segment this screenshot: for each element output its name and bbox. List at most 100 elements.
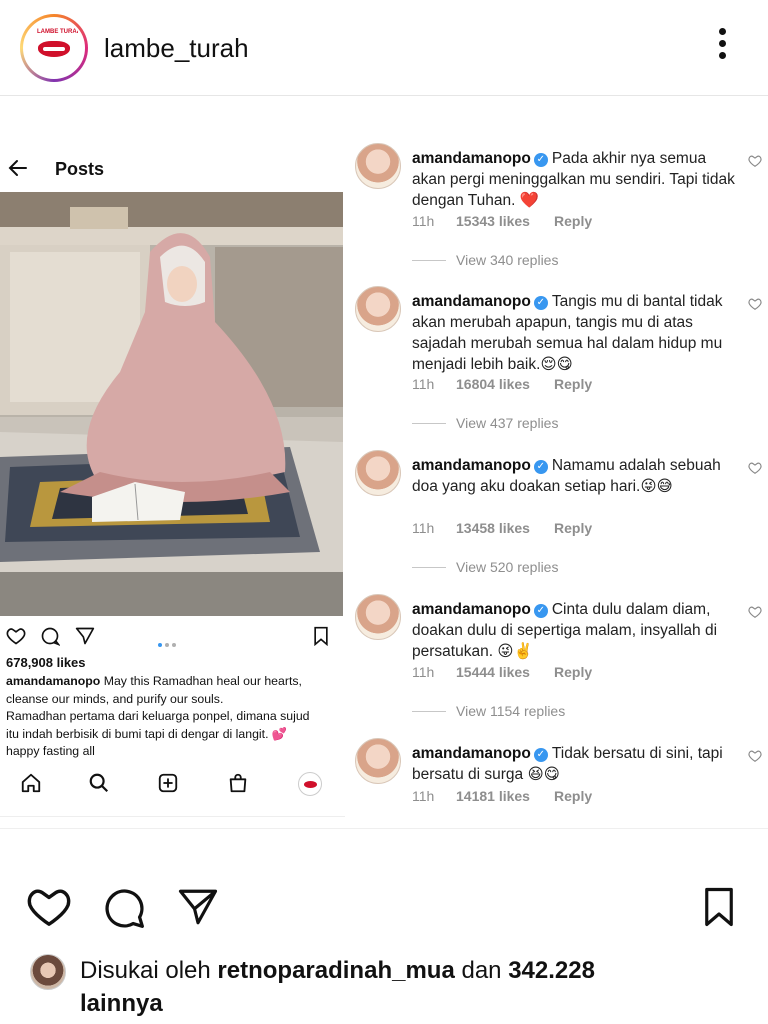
comment-text: amandamanopo ✓ Namamu adalah sebuah doa ya… [412, 455, 742, 497]
heart-icon[interactable] [748, 749, 762, 763]
post-header: LAMBE TURAH lambe_turah [0, 0, 768, 96]
heart-icon[interactable] [748, 461, 762, 475]
send-icon[interactable] [75, 626, 95, 646]
comment-username[interactable]: amandamanopo [412, 293, 531, 310]
comment-text: amandamanopo ✓ Tangis mu di bantal tidak a… [412, 291, 742, 375]
search-icon[interactable] [88, 772, 110, 794]
caption-username[interactable]: amandamanopo [6, 674, 100, 688]
reply-button[interactable]: Reply [554, 788, 592, 804]
more-vertical-icon[interactable] [712, 28, 732, 68]
posts-bar: Posts [0, 154, 345, 184]
liker-username[interactable]: retnoparadinah_mua [217, 957, 454, 984]
account-avatar[interactable]: LAMBE TURAH [20, 14, 88, 82]
comment-icon[interactable] [40, 626, 60, 646]
comment-username[interactable]: amandamanopo [412, 601, 531, 618]
commenter-avatar[interactable] [355, 738, 401, 784]
caption-line: May this Ramadhan heal our hearts, [100, 674, 302, 688]
home-icon[interactable] [20, 772, 42, 794]
nav-divider [0, 816, 345, 822]
heart-icon[interactable] [748, 605, 762, 619]
replies-line [412, 711, 446, 712]
commenter-avatar[interactable] [355, 594, 401, 640]
logo-text: LAMBE TURAH [37, 29, 81, 35]
heart-icon[interactable] [748, 154, 762, 168]
view-replies-button[interactable]: View 437 replies [412, 415, 558, 431]
view-replies-button[interactable]: View 520 replies [412, 559, 558, 575]
caption-line: Ramadhan pertama dari keluarga ponpel, d… [6, 709, 310, 723]
post-actions [0, 880, 768, 940]
carousel-dots [158, 634, 179, 652]
liked-by-text[interactable]: Disukai oleh retnoparadinah_mua dan 342.… [80, 954, 720, 1020]
comment-icon[interactable] [102, 886, 146, 930]
view-replies-label: View 437 replies [456, 415, 559, 431]
comment-meta: 11h 14181 likes Reply [412, 788, 592, 804]
verified-badge-icon: ✓ [533, 153, 548, 167]
heart-icon[interactable] [26, 886, 72, 928]
inner-post-actions [0, 624, 345, 650]
comment-text: amandamanopo ✓ Tidak bersatu di sini, tapi… [412, 743, 742, 785]
comment-text: amandamanopo ✓ Cinta dulu dalam diam, doak… [412, 599, 742, 662]
commenter-avatar[interactable] [355, 143, 401, 189]
comment-time: 11h [412, 376, 435, 392]
comment-time: 11h [412, 788, 435, 804]
caption-line: cleanse our minds, and purify our souls. [6, 691, 224, 706]
caption-line: happy fasting all [6, 744, 95, 758]
inner-caption: amandamanopo May this Ramadhan heal our … [6, 673, 336, 761]
comment-text: amandamanopo ✓ Pada akhir nya semua akan p… [412, 148, 742, 211]
reply-button[interactable]: Reply [554, 376, 592, 392]
liked-suffix: lainnya [80, 990, 163, 1017]
reply-button[interactable]: Reply [554, 520, 592, 536]
comment-username[interactable]: amandamanopo [412, 150, 531, 167]
replies-line [412, 260, 446, 261]
comment-username[interactable]: amandamanopo [412, 745, 531, 762]
comment-time: 11h [412, 520, 435, 536]
send-icon[interactable] [176, 886, 220, 928]
inner-post-screenshot: Posts 678,908 likes amandamanopo May thi… [0, 140, 345, 830]
profile-avatar[interactable] [298, 772, 322, 796]
heart-icon[interactable] [748, 297, 762, 311]
liker-avatar[interactable] [30, 954, 66, 990]
comment-time: 11h [412, 664, 435, 680]
comment-likes[interactable]: 16804 likes [456, 376, 554, 392]
lips-logo-icon [38, 41, 70, 57]
view-replies-label: View 520 replies [456, 559, 559, 575]
commenter-avatar[interactable] [355, 286, 401, 332]
prayer-photo-image [0, 192, 343, 616]
bookmark-icon[interactable] [312, 626, 330, 646]
posts-title: Posts [55, 159, 105, 179]
replies-line [412, 567, 446, 568]
avatar-logo: LAMBE TURAH [23, 17, 85, 79]
view-replies-button[interactable]: View 340 replies [412, 252, 558, 268]
heart-icon[interactable] [6, 626, 26, 646]
verified-badge-icon: ✓ [533, 296, 548, 310]
comment-likes[interactable]: 15444 likes [456, 664, 554, 680]
comment-meta: 11h 15444 likes Reply [412, 664, 592, 680]
verified-badge-icon: ✓ [533, 460, 548, 474]
comment-meta: 11h 15343 likes Reply [412, 213, 592, 229]
comment-meta: 11h 13458 likes Reply [412, 520, 592, 536]
reply-button[interactable]: Reply [554, 664, 592, 680]
liked-count: 342.228 [508, 957, 595, 984]
inner-likes-count: 678,908 likes [6, 655, 86, 670]
lips-logo-icon [304, 781, 317, 788]
reply-button[interactable]: Reply [554, 213, 592, 229]
add-post-icon[interactable] [157, 772, 179, 794]
shop-icon[interactable] [227, 772, 249, 794]
comments-list: amandamanopo ✓ Pada akhir nya semua akan p… [352, 140, 768, 830]
commenter-avatar[interactable] [355, 450, 401, 496]
liked-middle: dan [454, 957, 509, 984]
comment-likes[interactable]: 13458 likes [456, 520, 554, 536]
arrow-left-icon[interactable] [6, 156, 30, 180]
comment-username[interactable]: amandamanopo [412, 457, 531, 474]
comment-meta: 11h 16804 likes Reply [412, 376, 592, 392]
comment-likes[interactable]: 15343 likes [456, 213, 554, 229]
content-divider [0, 828, 768, 829]
verified-badge-icon: ✓ [533, 604, 548, 618]
post-photo[interactable] [0, 192, 343, 616]
account-name[interactable]: lambe_turah [104, 33, 249, 64]
verified-badge-icon: ✓ [533, 748, 548, 762]
comment-likes[interactable]: 14181 likes [456, 788, 554, 804]
view-replies-button[interactable]: View 1154 replies [412, 703, 565, 719]
bookmark-icon[interactable] [700, 886, 738, 928]
view-replies-label: View 1154 replies [456, 703, 566, 719]
